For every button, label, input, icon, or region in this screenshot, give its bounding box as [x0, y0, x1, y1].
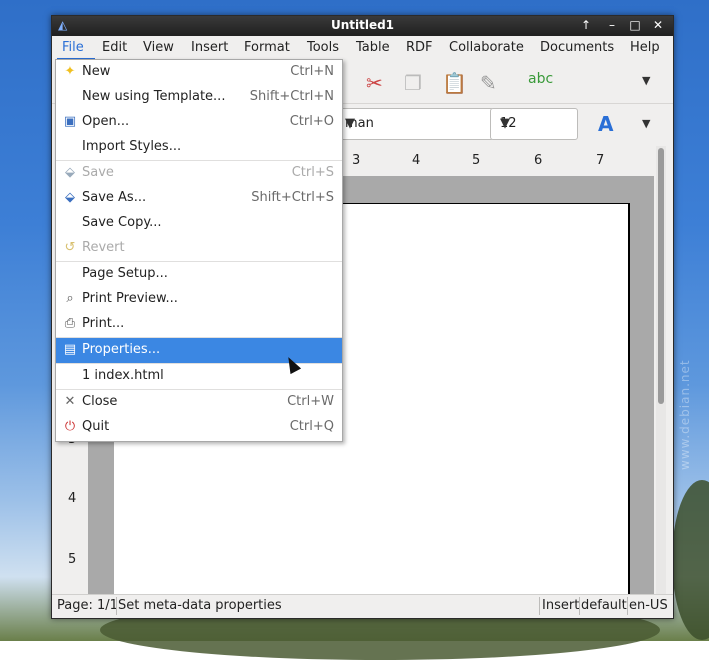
format-painter-icon[interactable]: ✎: [480, 71, 497, 95]
menu-item-accel: Ctrl+W: [287, 394, 334, 409]
vertical-scrollbar[interactable]: [656, 146, 666, 594]
menu-tools[interactable]: Tools: [307, 40, 339, 55]
menu-view[interactable]: View: [143, 40, 174, 55]
desktop-watermark: www.debian.net: [678, 359, 692, 470]
status-bar: Page: 1/1 Set meta-data properties Inser…: [52, 594, 673, 617]
menu-help[interactable]: Help: [630, 40, 660, 55]
ruler-mark: 4: [412, 153, 421, 168]
new-document-icon: ✦: [64, 64, 76, 79]
toolbar-overflow-icon[interactable]: ▼: [642, 74, 650, 87]
close-icon: ✕: [64, 394, 76, 409]
font-name-combo[interactable]: man ▼: [340, 108, 494, 140]
menu-item-label: Save: [82, 165, 114, 180]
file-menu-dropdown: ✦ New Ctrl+N New using Template... Shift…: [55, 59, 343, 442]
status-page: Page: 1/1: [57, 598, 118, 613]
close-button[interactable]: ✕: [650, 18, 666, 33]
tree-foliage: [672, 480, 709, 640]
text-color-icon[interactable]: A: [598, 112, 613, 136]
ruler-mark: 3: [352, 153, 361, 168]
cut-icon[interactable]: ✂: [366, 71, 383, 95]
menu-item-page-setup[interactable]: Page Setup...: [56, 262, 342, 287]
menu-item-accel: Shift+Ctrl+S: [251, 190, 334, 205]
revert-icon: ↺: [64, 240, 76, 255]
up-button[interactable]: ↑: [578, 18, 594, 33]
menu-collaborate[interactable]: Collaborate: [449, 40, 524, 55]
menu-item-label: Save Copy...: [82, 215, 162, 230]
menu-item-print[interactable]: ⎙ Print...: [56, 312, 342, 337]
copy-icon[interactable]: ❐: [404, 71, 422, 95]
ruler-mark: 6: [534, 153, 543, 168]
menu-item-new-template[interactable]: New using Template... Shift+Ctrl+N: [56, 85, 342, 110]
format-overflow-icon[interactable]: ▼: [642, 117, 650, 130]
chevron-down-icon: ▼: [345, 116, 355, 131]
menu-item-accel: Ctrl+Q: [289, 419, 334, 434]
ruler-mark: 7: [596, 153, 605, 168]
status-message: Set meta-data properties: [118, 598, 282, 613]
vruler-mark: 5: [68, 552, 77, 567]
status-separator: [539, 597, 540, 615]
menu-item-label: Save As...: [82, 190, 147, 205]
minimize-button[interactable]: –: [604, 18, 620, 33]
menu-rdf[interactable]: RDF: [406, 40, 433, 55]
chevron-down-icon: ▼: [500, 116, 510, 131]
menu-item-label: Revert: [82, 240, 125, 255]
menu-item-quit[interactable]: ⏻ Quit Ctrl+Q: [56, 415, 342, 440]
menu-item-label: Print Preview...: [82, 291, 178, 306]
menu-item-label: Import Styles...: [82, 139, 182, 154]
status-separator: [579, 597, 580, 615]
menu-item-label: Page Setup...: [82, 266, 168, 281]
properties-icon: ▤: [63, 342, 77, 357]
status-separator: [627, 597, 628, 615]
menu-item-properties[interactable]: ▤ Properties...: [56, 338, 342, 363]
open-folder-icon: ▣: [63, 114, 77, 129]
save-as-icon: ⬙: [65, 190, 75, 205]
quit-icon: ⏻: [64, 419, 76, 434]
title-bar[interactable]: ◭ Untitled1 ↑ – □ ✕: [52, 16, 673, 36]
menu-item-accel: Ctrl+N: [290, 64, 334, 79]
menu-format[interactable]: Format: [244, 40, 290, 55]
menu-item-label: Properties...: [82, 342, 161, 357]
menu-item-label: Close: [82, 394, 118, 409]
vruler-mark: 4: [68, 491, 77, 506]
spellcheck-icon[interactable]: abc: [528, 71, 553, 87]
menu-item-new[interactable]: ✦ New Ctrl+N: [56, 60, 342, 85]
maximize-button[interactable]: □: [627, 18, 643, 33]
menu-item-label: Print...: [82, 316, 125, 331]
menu-documents[interactable]: Documents: [540, 40, 614, 55]
scrollbar-thumb[interactable]: [658, 148, 664, 404]
menu-item-accel: Ctrl+O: [289, 114, 334, 129]
menu-item-label: New using Template...: [82, 89, 226, 104]
menu-item-save-copy[interactable]: Save Copy...: [56, 211, 342, 236]
menu-item-revert[interactable]: ↺ Revert: [56, 236, 342, 261]
menu-item-accel: Shift+Ctrl+N: [249, 89, 334, 104]
menu-item-print-preview[interactable]: ⌕ Print Preview...: [56, 287, 342, 312]
font-size-combo[interactable]: 12 ▼: [490, 108, 578, 140]
menu-file[interactable]: File: [62, 40, 84, 55]
ruler-mark: 5: [472, 153, 481, 168]
menu-edit[interactable]: Edit: [102, 40, 127, 55]
menu-insert[interactable]: Insert: [191, 40, 228, 55]
menu-item-close[interactable]: ✕ Close Ctrl+W: [56, 390, 342, 415]
menu-table[interactable]: Table: [356, 40, 390, 55]
menu-item-open[interactable]: ▣ Open... Ctrl+O: [56, 110, 342, 135]
print-preview-icon: ⌕: [66, 291, 74, 306]
menu-item-label: Quit: [82, 419, 110, 434]
menu-item-import-styles[interactable]: Import Styles...: [56, 135, 342, 160]
menu-item-label: Open...: [82, 114, 130, 129]
print-icon: ⎙: [64, 316, 76, 331]
menu-item-save-as[interactable]: ⬙ Save As... Shift+Ctrl+S: [56, 186, 342, 211]
menu-item-label: 1 index.html: [82, 368, 164, 383]
paste-icon[interactable]: 📋: [442, 71, 467, 95]
menu-item-accel: Ctrl+S: [291, 165, 334, 180]
save-icon: ⬙: [65, 165, 75, 180]
status-style: default: [581, 598, 627, 613]
status-separator: [116, 597, 117, 615]
menu-bar: File Edit View Insert Format Tools Table…: [52, 36, 673, 59]
status-mode: Insert: [542, 598, 580, 613]
menu-item-label: New: [82, 64, 111, 79]
menu-item-save[interactable]: ⬙ Save Ctrl+S: [56, 161, 342, 186]
status-lang: en-US: [629, 598, 668, 613]
